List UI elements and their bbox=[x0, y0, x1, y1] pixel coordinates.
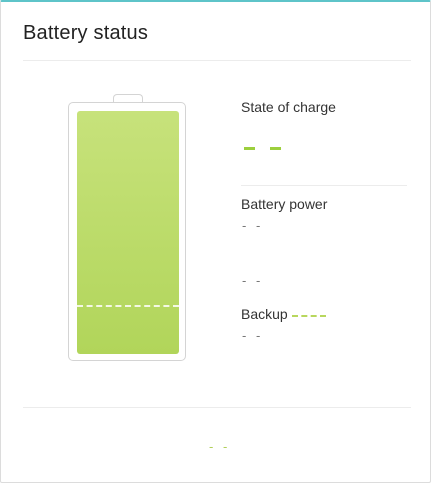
secondary-value: - - bbox=[242, 273, 264, 288]
battery-power-value: - - bbox=[242, 218, 264, 233]
backup-legend-line bbox=[292, 315, 326, 317]
panel-title: Battery status bbox=[23, 22, 149, 44]
state-of-charge-label: State of charge bbox=[241, 99, 336, 115]
dash-mark bbox=[270, 147, 281, 150]
info-divider bbox=[241, 185, 407, 186]
backup-value: - - bbox=[242, 328, 264, 343]
backup-reserve-line bbox=[77, 305, 179, 307]
backup-label: Backup bbox=[241, 306, 288, 322]
battery-power-label: Battery power bbox=[241, 196, 328, 212]
battery-charge-fill bbox=[77, 111, 179, 354]
battery-icon bbox=[68, 102, 186, 361]
dash-mark bbox=[244, 147, 255, 150]
state-of-charge-value bbox=[244, 147, 284, 151]
battery-status-card: Battery status State of charge Battery p… bbox=[0, 0, 431, 483]
footer-value: - - bbox=[209, 439, 231, 454]
header-divider bbox=[23, 60, 411, 61]
footer-divider bbox=[23, 407, 411, 408]
